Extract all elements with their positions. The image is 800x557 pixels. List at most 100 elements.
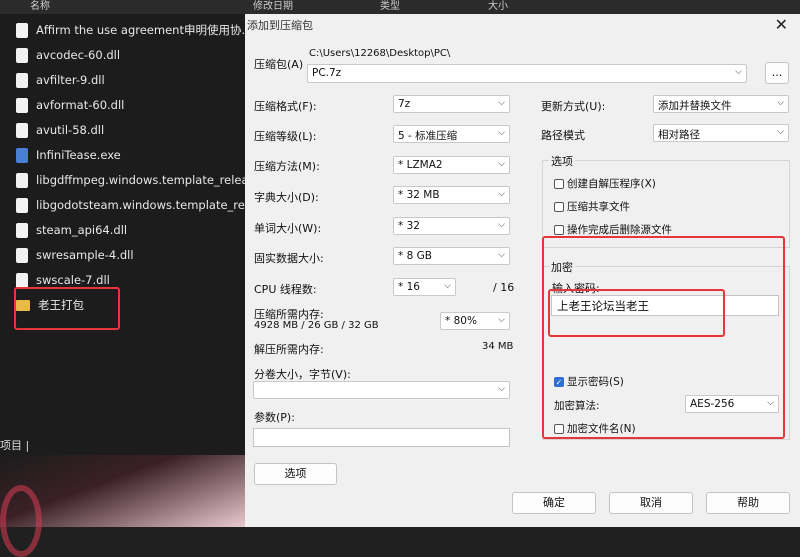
status-text: 项目 bbox=[0, 439, 22, 452]
document-icon bbox=[16, 122, 28, 138]
archive-label: 压缩包(A) bbox=[254, 58, 304, 71]
memory-select[interactable]: * 80% ⌵ bbox=[440, 312, 510, 330]
options-button[interactable]: 选项 bbox=[254, 463, 337, 485]
solid-label: 固实数据大小: bbox=[254, 252, 324, 265]
threads-value: * 16 bbox=[398, 281, 420, 293]
options-group-title: 选项 bbox=[549, 153, 575, 169]
memory-detail: 4928 MB / 26 GB / 32 GB bbox=[254, 320, 379, 331]
split-select[interactable]: ⌵ bbox=[253, 381, 510, 399]
file-name: avutil-58.dll bbox=[36, 123, 105, 137]
file-name: avformat-60.dll bbox=[36, 98, 125, 112]
solid-value: * 8 GB bbox=[398, 250, 432, 262]
highlight-password bbox=[548, 289, 725, 337]
file-name: steam_api64.dll bbox=[36, 223, 128, 237]
highlight-encryption bbox=[542, 236, 785, 439]
threads-select[interactable]: * 16 ⌵ bbox=[393, 278, 456, 296]
document-icon bbox=[16, 247, 28, 263]
document-icon bbox=[16, 222, 28, 238]
update-value: 添加并替换文件 bbox=[658, 100, 732, 112]
column-modified[interactable]: 修改日期 bbox=[253, 0, 293, 12]
shared-label: 压缩共享文件 bbox=[567, 201, 630, 213]
params-input[interactable] bbox=[253, 428, 510, 447]
document-icon bbox=[16, 172, 28, 188]
file-item[interactable]: Affirm the use agreement申明使用协... bbox=[16, 19, 256, 41]
chevron-down-icon: ⌵ bbox=[735, 67, 742, 77]
chevron-down-icon: ⌵ bbox=[498, 220, 505, 230]
document-icon bbox=[16, 197, 28, 213]
file-name: avcodec-60.dll bbox=[36, 48, 121, 62]
word-label: 单词大小(W): bbox=[254, 222, 322, 235]
archive-name-value: PC.7z bbox=[312, 67, 342, 79]
file-name: swresample-4.dll bbox=[36, 248, 134, 262]
sfx-label: 创建自解压程序(X) bbox=[567, 178, 656, 190]
title-bar: 添加到压缩包 ✕ bbox=[245, 14, 800, 36]
path-mode-select[interactable]: 相对路径 ⌵ bbox=[653, 124, 789, 142]
chevron-down-icon: ⌵ bbox=[444, 281, 451, 291]
column-type[interactable]: 类型 bbox=[380, 0, 400, 12]
dialog-title: 添加到压缩包 bbox=[247, 19, 313, 32]
update-select[interactable]: 添加并替换文件 ⌵ bbox=[653, 95, 789, 113]
file-name: libgdffmpeg.windows.template_relea... bbox=[36, 173, 256, 187]
path-mode-value: 相对路径 bbox=[658, 129, 700, 141]
highlight-folder bbox=[14, 287, 120, 330]
file-name: swscale-7.dll bbox=[36, 273, 110, 287]
chevron-down-icon: ⌵ bbox=[498, 189, 505, 199]
delete-checkbox[interactable]: 操作完成后删除源文件 bbox=[554, 222, 672, 237]
dict-label: 字典大小(D): bbox=[254, 191, 319, 204]
solid-select[interactable]: * 8 GB ⌵ bbox=[393, 247, 510, 265]
wallpaper bbox=[0, 455, 245, 557]
threads-max: / 16 bbox=[493, 281, 515, 294]
dict-select[interactable]: * 32 MB ⌵ bbox=[393, 186, 510, 204]
file-item[interactable]: libgodotsteam.windows.template_rel... bbox=[16, 194, 256, 216]
format-select[interactable]: 7z ⌵ bbox=[393, 95, 510, 113]
format-value: 7z bbox=[398, 98, 411, 110]
help-button[interactable]: 帮助 bbox=[706, 492, 790, 514]
split-label: 分卷大小，字节(V): bbox=[254, 368, 351, 381]
file-explorer: 名称 修改日期 类型 大小 Affirm the use agreement申明… bbox=[0, 0, 800, 557]
column-name[interactable]: 名称 bbox=[30, 0, 50, 12]
archive-name-combo[interactable]: PC.7z ⌵ bbox=[307, 64, 747, 83]
document-icon bbox=[16, 272, 28, 288]
file-item[interactable]: steam_api64.dll bbox=[16, 219, 256, 241]
format-label: 压缩格式(F): bbox=[254, 100, 317, 113]
exe-icon bbox=[16, 147, 28, 163]
method-select[interactable]: * LZMA2 ⌵ bbox=[393, 156, 510, 174]
file-item[interactable]: libgdffmpeg.windows.template_relea... bbox=[16, 169, 256, 191]
word-value: * 32 bbox=[398, 220, 420, 232]
file-name: Affirm the use agreement申明使用协... bbox=[36, 23, 253, 37]
level-label: 压缩等级(L): bbox=[254, 130, 317, 143]
file-item[interactable]: avutil-58.dll bbox=[16, 119, 256, 141]
checkbox-box bbox=[554, 201, 564, 212]
decompress-label: 解压所需内存: bbox=[254, 343, 324, 356]
chevron-down-icon: ⌵ bbox=[498, 384, 505, 394]
file-name: libgodotsteam.windows.template_rel... bbox=[36, 198, 256, 212]
checkbox-box bbox=[554, 224, 564, 235]
document-icon bbox=[16, 47, 28, 63]
level-select[interactable]: 5 - 标准压缩 ⌵ bbox=[393, 125, 510, 143]
file-item[interactable]: swresample-4.dll bbox=[16, 244, 256, 266]
shared-checkbox[interactable]: 压缩共享文件 bbox=[554, 199, 630, 214]
threads-label: CPU 线程数: bbox=[254, 283, 317, 296]
chevron-down-icon: ⌵ bbox=[498, 98, 505, 108]
column-header: 名称 修改日期 类型 大小 bbox=[0, 0, 800, 14]
checkbox-box bbox=[554, 178, 564, 189]
word-select[interactable]: * 32 ⌵ bbox=[393, 217, 510, 235]
close-icon[interactable]: ✕ bbox=[775, 15, 788, 34]
document-icon bbox=[16, 22, 28, 38]
browse-button[interactable]: ... bbox=[765, 62, 789, 84]
chevron-down-icon: ⌵ bbox=[498, 250, 505, 260]
ok-button[interactable]: 确定 bbox=[512, 492, 596, 514]
chevron-down-icon: ⌵ bbox=[498, 128, 505, 138]
sfx-checkbox[interactable]: 创建自解压程序(X) bbox=[554, 176, 656, 191]
cancel-button[interactable]: 取消 bbox=[609, 492, 693, 514]
file-item[interactable]: avformat-60.dll bbox=[16, 94, 256, 116]
file-item[interactable]: InfiniTease.exe bbox=[16, 144, 256, 166]
document-icon bbox=[16, 97, 28, 113]
document-icon bbox=[16, 72, 28, 88]
file-item[interactable]: avcodec-60.dll bbox=[16, 44, 256, 66]
file-item[interactable]: avfilter-9.dll bbox=[16, 69, 256, 91]
level-value: 5 - 标准压缩 bbox=[398, 130, 458, 142]
dict-value: * 32 MB bbox=[398, 189, 440, 201]
column-size[interactable]: 大小 bbox=[488, 0, 508, 12]
chevron-down-icon: ⌵ bbox=[498, 315, 505, 325]
